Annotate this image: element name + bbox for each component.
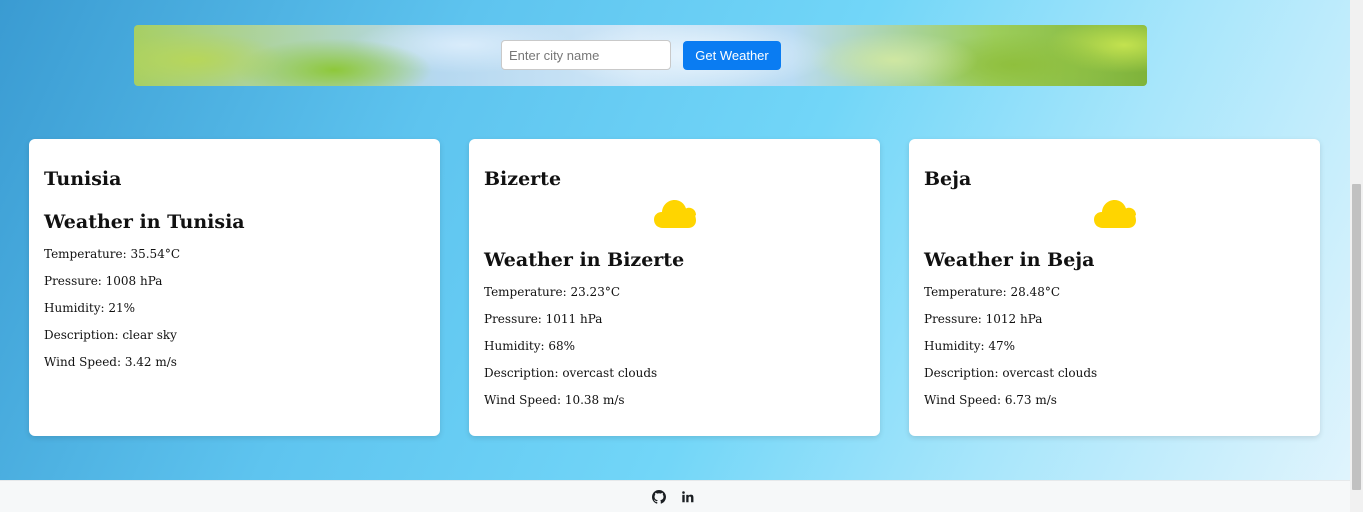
city-search-input[interactable] [501,40,671,70]
city-name: Beja [924,168,972,190]
wind-speed-text: Wind Speed: 6.73 m/s [924,393,1057,407]
weather-card-beja: Beja Weather in Beja Temperature: 28.48°… [909,139,1320,436]
humidity-text: Humidity: 21% [44,301,136,315]
search-banner: Get Weather [134,25,1147,86]
description-text: Description: overcast clouds [924,366,1098,380]
weather-card-tunisia: Tunisia Weather in Tunisia Temperature: … [29,139,440,436]
scrollbar-thumb[interactable] [1352,184,1361,490]
temperature-text: Temperature: 23.23°C [484,285,621,299]
city-name: Tunisia [44,168,122,190]
cloud-icon [1094,200,1136,228]
github-icon[interactable] [652,489,666,504]
wind-speed-text: Wind Speed: 10.38 m/s [484,393,625,407]
footer [0,480,1350,512]
weather-details: Temperature: 28.48°C Pressure: 1012 hPa … [924,285,1097,420]
weather-card-bizerte: Bizerte Weather in Bizerte Temperature: … [469,139,880,436]
pressure-text: Pressure: 1012 hPa [924,312,1043,326]
description-text: Description: clear sky [44,328,177,342]
weather-heading: Weather in Beja [924,249,1095,271]
temperature-text: Temperature: 28.48°C [924,285,1061,299]
linkedin-icon[interactable] [681,489,695,503]
cloud-icon [654,200,696,228]
pressure-text: Pressure: 1011 hPa [484,312,603,326]
temperature-text: Temperature: 35.54°C [44,247,181,261]
pressure-text: Pressure: 1008 hPa [44,274,163,288]
weather-details: Temperature: 35.54°C Pressure: 1008 hPa … [44,247,180,382]
weather-details: Temperature: 23.23°C Pressure: 1011 hPa … [484,285,657,420]
wind-speed-text: Wind Speed: 3.42 m/s [44,355,177,369]
description-text: Description: overcast clouds [484,366,658,380]
get-weather-button[interactable]: Get Weather [683,41,781,70]
vertical-scrollbar[interactable] [1350,0,1363,512]
weather-heading: Weather in Bizerte [484,249,685,271]
city-name: Bizerte [484,168,562,190]
weather-heading: Weather in Tunisia [44,211,245,233]
humidity-text: Humidity: 47% [924,339,1016,353]
humidity-text: Humidity: 68% [484,339,576,353]
